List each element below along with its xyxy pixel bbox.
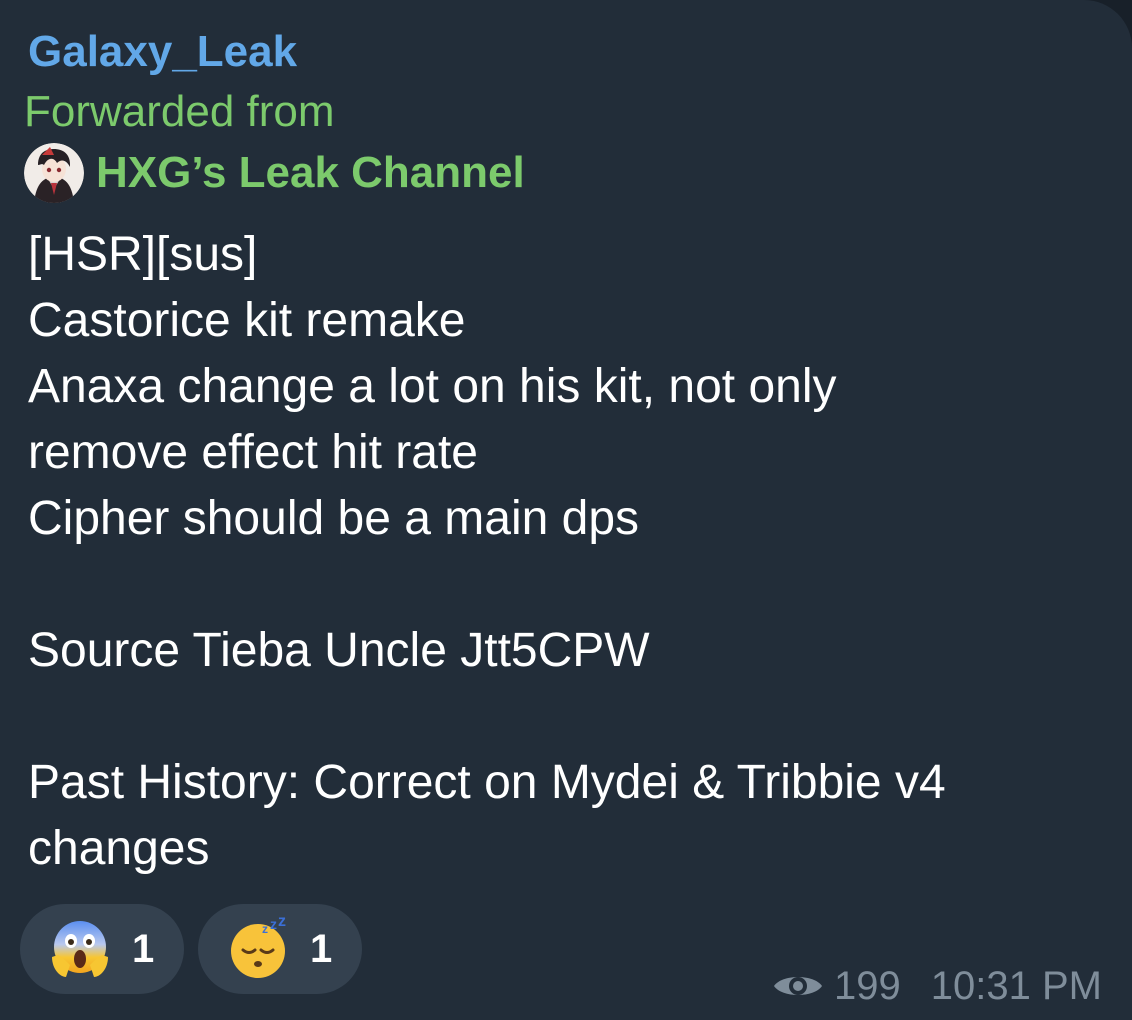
message-line bbox=[28, 684, 1108, 750]
forwarded-label: Forwarded from bbox=[24, 87, 335, 136]
sender-name[interactable]: Galaxy_Leak bbox=[28, 26, 297, 78]
svg-text:z: z bbox=[270, 917, 277, 932]
message-line bbox=[28, 552, 1108, 618]
sleeping-face-emoji-icon: z z z bbox=[226, 917, 290, 981]
svg-text:z: z bbox=[262, 922, 268, 936]
reaction-sleeping-face[interactable]: z z z 1 bbox=[198, 904, 362, 994]
screaming-face-emoji-icon bbox=[48, 917, 112, 981]
message-text: [HSR][sus] Castorice kit remake Anaxa ch… bbox=[28, 222, 1108, 882]
message-line: Cipher should be a main dps bbox=[28, 492, 640, 545]
reaction-count: 1 bbox=[310, 926, 333, 971]
message-line: changes bbox=[28, 822, 210, 875]
reaction-screaming-face[interactable]: 1 bbox=[20, 904, 184, 994]
message-line: remove effect hit rate bbox=[28, 426, 478, 479]
eye-icon bbox=[772, 970, 824, 1002]
reaction-count: 1 bbox=[132, 926, 155, 971]
forwarded-channel-name[interactable]: HXG’s Leak Channel bbox=[96, 147, 525, 199]
message-time: 10:31 PM bbox=[930, 963, 1102, 1008]
forwarded-source[interactable]: HXG’s Leak Channel bbox=[24, 142, 525, 204]
message-line: Anaxa change a lot on his kit, not only bbox=[28, 360, 837, 413]
message-line: [HSR][sus] bbox=[28, 228, 258, 281]
view-count: 199 bbox=[834, 963, 901, 1008]
message-line: Castorice kit remake bbox=[28, 294, 466, 347]
svg-text:z: z bbox=[278, 917, 286, 930]
message-line: Source Tieba Uncle Jtt5CPW bbox=[28, 624, 650, 677]
channel-avatar[interactable] bbox=[24, 143, 84, 203]
message-bubble[interactable]: Galaxy_Leak Forwarded from HXG’s Leak Ch… bbox=[0, 0, 1132, 1020]
message-line: Past History: Correct on Mydei & Tribbie… bbox=[28, 756, 946, 809]
reactions-bar: 1 z z z 1 bbox=[20, 904, 376, 994]
message-meta: 199 10:31 PM bbox=[772, 960, 1102, 1012]
